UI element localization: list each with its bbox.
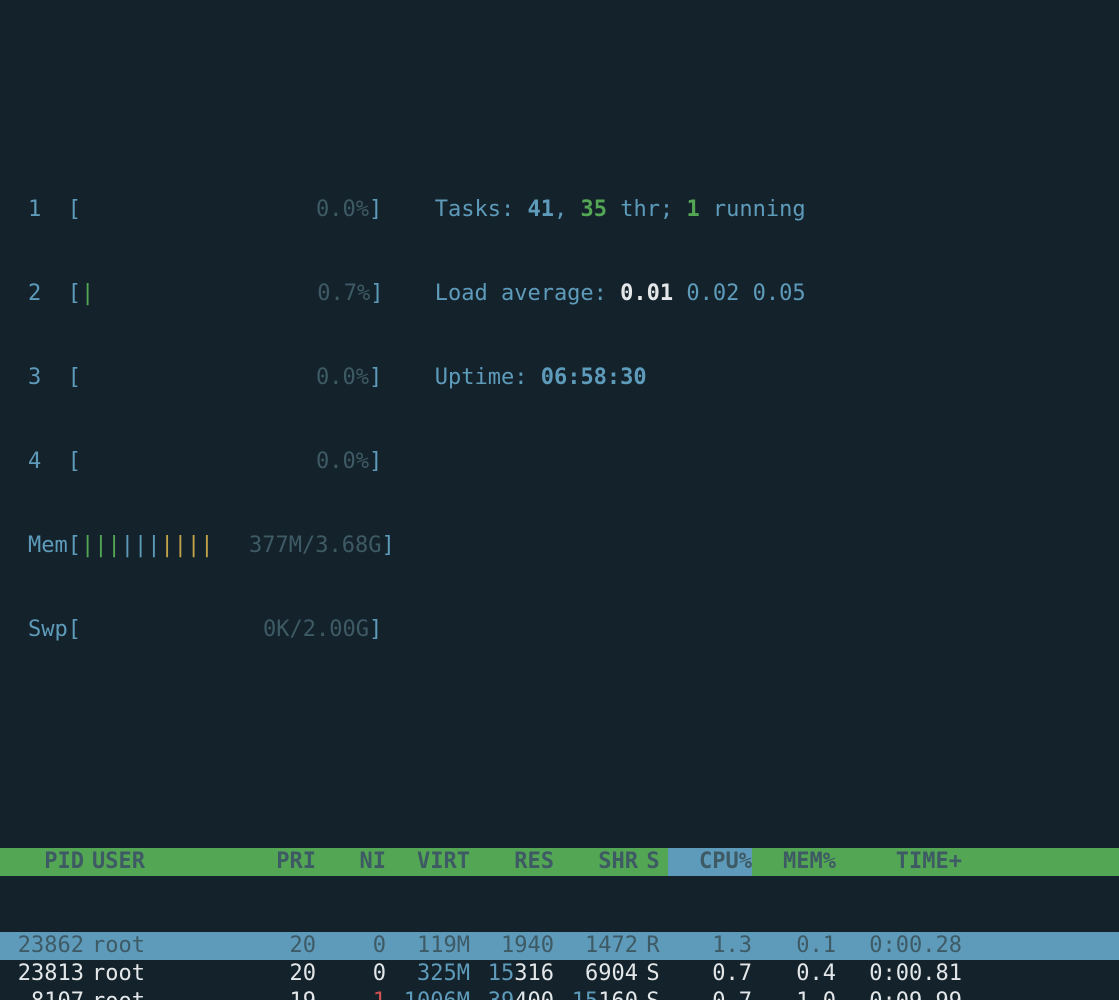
meters-panel: 1 [0.0%] 2 [|0.7%] 3 [0.0%] 4 [0.0%] Mem… <box>28 140 395 700</box>
cell: 0 <box>316 932 386 960</box>
col-time[interactable]: TIME+ <box>836 848 962 876</box>
cell: R <box>638 932 668 960</box>
cell: 0.7 <box>668 988 752 1000</box>
cpu-pct: 0.0% <box>81 196 369 224</box>
col-res[interactable]: RES <box>470 848 554 876</box>
tasks-total: 41 <box>527 197 554 222</box>
cell: 1.3 <box>668 932 752 960</box>
cell: 0.1 <box>752 932 836 960</box>
cpu-meter-1: 1 [0.0%] <box>28 196 395 224</box>
cell: 1940 <box>470 932 554 960</box>
cell: 0:09.99 <box>836 988 962 1000</box>
col-shr[interactable]: SHR <box>554 848 638 876</box>
cell: 1472 <box>554 932 638 960</box>
cell: S <box>638 960 668 988</box>
cell: 19 <box>232 988 316 1000</box>
table-header[interactable]: PIDUSERPRINIVIRTRESSHRSCPU%MEM%TIME+ <box>0 848 1119 876</box>
cell: -1 <box>316 988 386 1000</box>
tasks-threads: 35 <box>580 197 607 222</box>
swp-label: Swp <box>28 617 68 642</box>
col-pid[interactable]: PID <box>0 848 84 876</box>
cell: 23813 <box>0 960 84 988</box>
cell: 1.0 <box>752 988 836 1000</box>
cell: root <box>84 988 232 1000</box>
mem-value: 377M/3.68G <box>213 532 381 560</box>
mem-meter: Mem[||||||||||377M/3.68G] <box>28 532 395 560</box>
col-pri[interactable]: PRI <box>232 848 316 876</box>
cell: 0:00.28 <box>836 932 962 960</box>
cell: 0.4 <box>752 960 836 988</box>
cell: 20 <box>232 932 316 960</box>
col-mem[interactable]: MEM% <box>752 848 836 876</box>
cell: 15316 <box>470 960 554 988</box>
table-row[interactable]: 8107root19-11006M3940015160S0.71.00:09.9… <box>0 988 1119 1000</box>
cell: 1006M <box>386 988 470 1000</box>
tasks-running: 1 <box>686 197 699 222</box>
cpu-meter-3: 3 [0.0%] <box>28 364 395 392</box>
cell: 6904 <box>554 960 638 988</box>
load-label: Load average: <box>435 281 620 306</box>
cell: 39400 <box>470 988 554 1000</box>
tasks-label: Tasks: <box>435 197 528 222</box>
col-s[interactable]: S <box>638 848 668 876</box>
cell: 325M <box>386 960 470 988</box>
cpu-meter-2: 2 [|0.7%] <box>28 280 395 308</box>
swp-value: 0K/2.00G <box>81 616 369 644</box>
cell: root <box>84 960 232 988</box>
header-area: 1 [0.0%] 2 [|0.7%] 3 [0.0%] 4 [0.0%] Mem… <box>0 112 1119 700</box>
cpu-pct: 0.0% <box>81 364 369 392</box>
cell: 0.7 <box>668 960 752 988</box>
col-cpu[interactable]: CPU% <box>668 848 752 876</box>
cell: 8107 <box>0 988 84 1000</box>
mem-label: Mem <box>28 533 68 558</box>
uptime-line: Uptime: 06:58:30 <box>435 364 806 392</box>
cpu-pct: 0.7% <box>94 280 370 308</box>
cell: 0 <box>316 960 386 988</box>
col-ni[interactable]: NI <box>316 848 386 876</box>
cell: 119M <box>386 932 470 960</box>
cpu-pct: 0.0% <box>81 448 369 476</box>
cell: S <box>638 988 668 1000</box>
process-table: PIDUSERPRINIVIRTRESSHRSCPU%MEM%TIME+ 238… <box>0 792 1119 1000</box>
col-virt[interactable]: VIRT <box>386 848 470 876</box>
cpu-id: 4 <box>28 449 41 474</box>
cpu-bar: | <box>81 281 94 306</box>
cell: 23862 <box>0 932 84 960</box>
table-row[interactable]: 23862root200119M19401472R1.30.10:00.28 <box>0 932 1119 960</box>
load-5: 0.02 <box>686 281 739 306</box>
info-panel: Tasks: 41, 35 thr; 1 running Load averag… <box>435 140 806 700</box>
table-row[interactable]: 23813root200325M153166904S0.70.40:00.81 <box>0 960 1119 988</box>
cpu-id: 2 <box>28 281 41 306</box>
cpu-id: 3 <box>28 365 41 390</box>
load-line: Load average: 0.01 0.02 0.05 <box>435 280 806 308</box>
cell: root <box>84 932 232 960</box>
load-15: 0.05 <box>753 281 806 306</box>
cpu-id: 1 <box>28 197 41 222</box>
cell: 15160 <box>554 988 638 1000</box>
uptime-label: Uptime: <box>435 365 541 390</box>
cell: 20 <box>232 960 316 988</box>
tasks-line: Tasks: 41, 35 thr; 1 running <box>435 196 806 224</box>
load-1: 0.01 <box>620 281 673 306</box>
col-user[interactable]: USER <box>84 848 232 876</box>
cell: 0:00.81 <box>836 960 962 988</box>
cpu-meter-4: 4 [0.0%] <box>28 448 395 476</box>
uptime-value: 06:58:30 <box>541 365 647 390</box>
swp-meter: Swp[0K/2.00G] <box>28 616 395 644</box>
